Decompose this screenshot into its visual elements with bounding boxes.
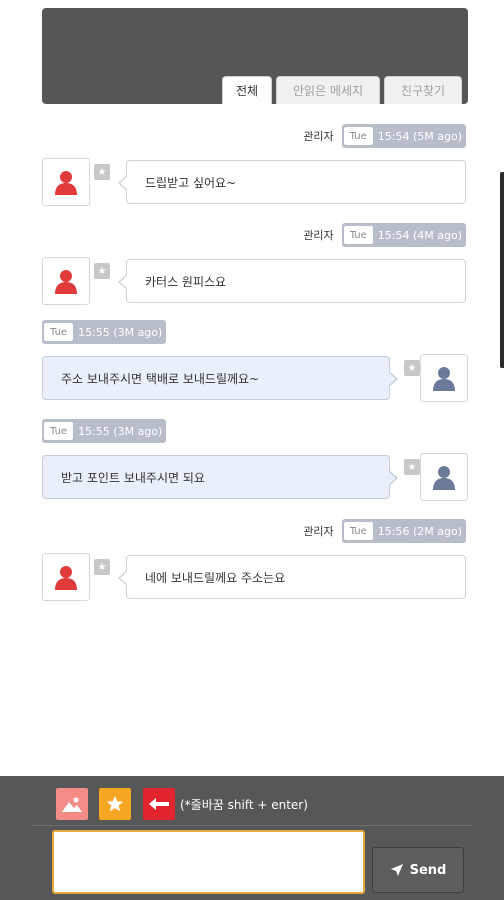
- message-meta: 관리자 Tue 15:56 (2M ago): [303, 519, 466, 543]
- image-upload-button[interactable]: [56, 788, 88, 820]
- avatar[interactable]: [42, 158, 90, 206]
- timestamp-badge: Tue 15:55 (3M ago): [42, 320, 167, 344]
- star-icon[interactable]: ★: [404, 360, 420, 376]
- image-icon: [62, 797, 82, 812]
- message-item: 관리자 Tue 15:54 (5M ago) ★ 드립받고 싶어요~: [0, 124, 504, 220]
- time-label: 15:55 (3M ago): [78, 424, 163, 438]
- message-meta: Tue 15:55 (3M ago): [42, 320, 167, 344]
- star-icon[interactable]: ★: [94, 164, 110, 180]
- message-meta: 관리자 Tue 15:54 (5M ago): [303, 124, 466, 148]
- timestamp-badge: Tue 15:56 (2M ago): [341, 519, 466, 543]
- day-label: Tue: [343, 127, 373, 145]
- day-label: Tue: [44, 422, 74, 440]
- message-input[interactable]: [52, 830, 365, 894]
- user-icon: [55, 566, 77, 590]
- user-icon: [433, 466, 455, 490]
- tab-unread-messages[interactable]: 안읽은 메세지: [276, 76, 380, 104]
- user-icon: [55, 270, 77, 294]
- message-meta: 관리자 Tue 15:54 (4M ago): [303, 223, 466, 247]
- day-label: Tue: [343, 226, 373, 244]
- message-item: 관리자 Tue 15:56 (2M ago) ★ 네에 보내드릴께요 주소는요: [0, 519, 504, 615]
- time-label: 15:56 (2M ago): [377, 524, 462, 538]
- send-label: Send: [409, 862, 447, 878]
- newline-hint: (*줄바꿈 shift + enter): [180, 798, 308, 812]
- time-label: 15:55 (3M ago): [78, 325, 163, 339]
- send-button[interactable]: Send: [372, 847, 464, 893]
- avatar[interactable]: [420, 453, 468, 501]
- user-icon: [433, 367, 455, 391]
- sender-name: 관리자: [303, 229, 334, 242]
- message-bubble: 네에 보내드릴께요 주소는요: [118, 555, 466, 599]
- time-label: 15:54 (5M ago): [377, 129, 462, 143]
- message-bubble: 주소 보내주시면 택배로 보내드릴께요~: [42, 356, 398, 400]
- sender-name: 관리자: [303, 525, 334, 538]
- timestamp-badge: Tue 15:55 (3M ago): [42, 419, 167, 443]
- avatar[interactable]: [42, 553, 90, 601]
- message-item: Tue 15:55 (3M ago) 주소 보내주시면 택배로 보내드릴께요~ …: [0, 320, 504, 416]
- timestamp-badge: Tue 15:54 (5M ago): [341, 124, 466, 148]
- star-icon[interactable]: ★: [404, 459, 420, 475]
- message-meta: Tue 15:55 (3M ago): [42, 419, 167, 443]
- star-icon: [106, 795, 124, 812]
- avatar[interactable]: [420, 354, 468, 402]
- back-button[interactable]: [143, 788, 175, 820]
- tab-all[interactable]: 전체: [222, 76, 272, 104]
- time-label: 15:54 (4M ago): [377, 228, 462, 242]
- avatar[interactable]: [42, 257, 90, 305]
- message-item: Tue 15:55 (3M ago) 받고 포인트 보내주시면 되요 ★: [0, 419, 504, 515]
- divider: [32, 825, 472, 826]
- star-icon[interactable]: ★: [94, 559, 110, 575]
- user-icon: [55, 171, 77, 195]
- message-bubble: 카터스 원피스요: [118, 259, 466, 303]
- message-bubble: 드립받고 싶어요~: [118, 160, 466, 204]
- star-icon[interactable]: ★: [94, 263, 110, 279]
- day-label: Tue: [343, 522, 373, 540]
- tab-bar: 전체 안읽은 메세지 친구찾기: [222, 76, 462, 104]
- favorite-button[interactable]: [99, 788, 131, 820]
- day-label: Tue: [44, 323, 74, 341]
- timestamp-badge: Tue 15:54 (4M ago): [341, 223, 466, 247]
- tab-find-friends[interactable]: 친구찾기: [384, 76, 462, 104]
- message-bubble: 받고 포인트 보내주시면 되요: [42, 455, 398, 499]
- sender-name: 관리자: [303, 130, 334, 143]
- back-arrow-icon: [149, 798, 169, 810]
- send-icon: [390, 864, 403, 876]
- message-item: 관리자 Tue 15:54 (4M ago) ★ 카터스 원피스요: [0, 223, 504, 319]
